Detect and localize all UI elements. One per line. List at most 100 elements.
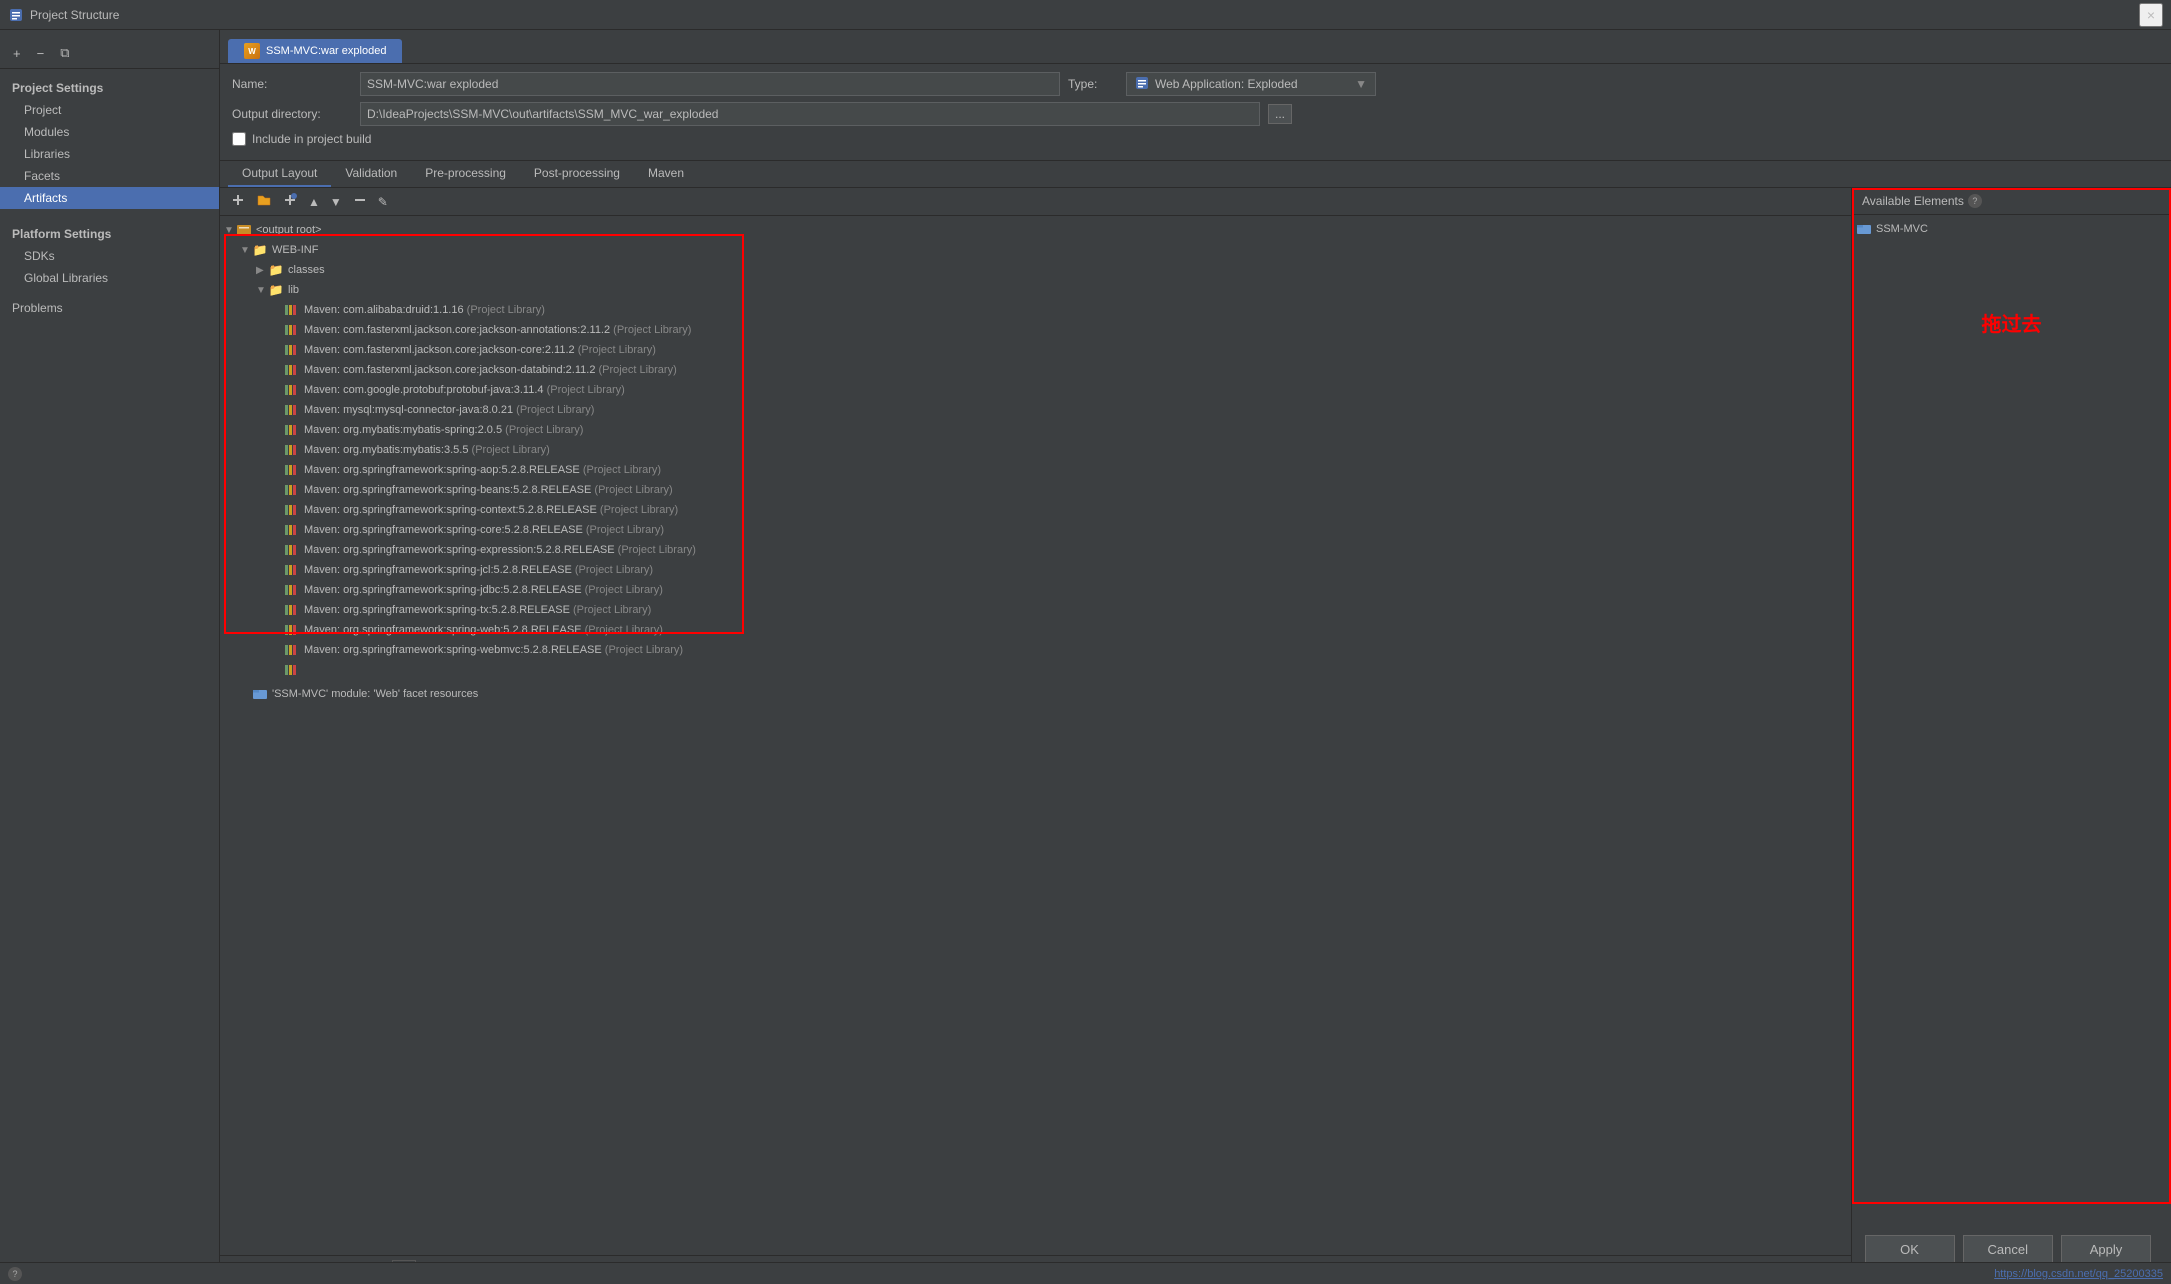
sidebar-add-button[interactable]: + [8, 43, 26, 64]
tree-item-lib[interactable]: ▼ 📁 lib [220, 280, 1851, 300]
output-dir-row: Output directory: ... [232, 102, 2159, 126]
ok-button[interactable]: OK [1865, 1235, 1955, 1264]
output-dir-input[interactable] [360, 102, 1260, 126]
tree-item-output-root[interactable]: ▼ <output root> [220, 220, 1851, 240]
tree-item-maven-18[interactable] [220, 660, 1851, 680]
name-input[interactable] [360, 72, 1060, 96]
tree-item-maven-15[interactable]: Maven: org.springframework:spring-tx:5.2… [220, 600, 1851, 620]
tree-move-up-button[interactable]: ▲ [304, 193, 324, 211]
close-button[interactable]: × [2139, 3, 2163, 27]
tree-label-module: 'SSM-MVC' module: 'Web' facet resources [272, 688, 478, 700]
tree-spacer [220, 704, 1851, 784]
tree-add-file-button[interactable] [278, 190, 302, 213]
tree-item-maven-5[interactable]: Maven: mysql:mysql-connector-java:8.0.21… [220, 400, 1851, 420]
cancel-button[interactable]: Cancel [1963, 1235, 2053, 1264]
tree-item-maven-14[interactable]: Maven: org.springframework:spring-jdbc:5… [220, 580, 1851, 600]
tree-remove-button[interactable] [348, 190, 372, 213]
status-help-icon[interactable]: ? [8, 1267, 22, 1281]
sidebar-item-project[interactable]: Project [0, 99, 219, 121]
maven-icon-6 [284, 422, 300, 438]
title-bar: Project Structure × [0, 0, 2171, 30]
tab-validation[interactable]: Validation [331, 161, 411, 187]
split-pane: ▲ ▼ ✎ ▼ [220, 188, 2171, 1284]
status-url[interactable]: https://blog.csdn.net/qq_25200335 [1994, 1268, 2163, 1280]
title-bar-icon [8, 7, 24, 23]
tree-label-output-root: <output root> [256, 224, 321, 236]
maven-icon-13 [284, 562, 300, 578]
tree-item-maven-12[interactable]: Maven: org.springframework:spring-expres… [220, 540, 1851, 560]
project-settings-title: Project Settings [0, 75, 219, 99]
tree-label-classes: classes [288, 264, 325, 276]
tree-item-maven-1[interactable]: Maven: com.fasterxml.jackson.core:jackso… [220, 320, 1851, 340]
name-label: Name: [232, 77, 352, 91]
maven-icon-0 [284, 302, 300, 318]
tree-create-dir-button[interactable] [252, 190, 276, 213]
tree-item-maven-0[interactable]: Maven: com.alibaba:druid:1.1.16 (Project… [220, 300, 1851, 320]
tab-postprocessing[interactable]: Post-processing [520, 161, 634, 187]
sidebar-item-global-libraries[interactable]: Global Libraries [0, 267, 219, 289]
tree-arrow-output-root: ▼ [224, 225, 236, 236]
sidebar-item-facets[interactable]: Facets [0, 165, 219, 187]
sidebar-item-problems[interactable]: Problems [0, 297, 219, 319]
tree-item-maven-8[interactable]: Maven: org.springframework:spring-aop:5.… [220, 460, 1851, 480]
tree-item-module[interactable]: 'SSM-MVC' module: 'Web' facet resources [220, 684, 1851, 704]
tree-item-maven-6[interactable]: Maven: org.mybatis:mybatis-spring:2.0.5 … [220, 420, 1851, 440]
folder-lib-icon: 📁 [268, 282, 284, 298]
tree-add-button[interactable] [226, 190, 250, 213]
available-pane-title: Available Elements ? [1852, 188, 2171, 215]
tree-item-maven-17[interactable]: Maven: org.springframework:spring-webmvc… [220, 640, 1851, 660]
sidebar-item-sdks[interactable]: SDKs [0, 245, 219, 267]
help-icon[interactable]: ? [1968, 194, 1982, 208]
maven-icon-3 [284, 362, 300, 378]
tab-maven[interactable]: Maven [634, 161, 698, 187]
maven-icon-4 [284, 382, 300, 398]
sidebar-item-libraries[interactable]: Libraries [0, 143, 219, 165]
tree-item-maven-7[interactable]: Maven: org.mybatis:mybatis:3.5.5 (Projec… [220, 440, 1851, 460]
tree-arrow-lib: ▼ [256, 285, 268, 296]
output-dir-browse-button[interactable]: ... [1268, 104, 1292, 124]
tree-item-maven-10[interactable]: Maven: org.springframework:spring-contex… [220, 500, 1851, 520]
module-icon [252, 686, 268, 702]
maven-icon-5 [284, 402, 300, 418]
tree-edit-button[interactable]: ✎ [374, 193, 392, 211]
sidebar-remove-button[interactable]: − [32, 43, 50, 64]
status-bar: ? https://blog.csdn.net/qq_25200335 [0, 1262, 2171, 1284]
tree-label-lib: lib [288, 284, 299, 296]
tree-move-down-button[interactable]: ▼ [326, 193, 346, 211]
apply-button[interactable]: Apply [2061, 1235, 2151, 1264]
include-build-row: Include in project build [232, 132, 2159, 146]
available-item-ssm-mvc[interactable]: SSM-MVC [1852, 219, 2171, 239]
tree-item-classes[interactable]: ▶ 📁 classes [220, 260, 1851, 280]
tab-preprocessing[interactable]: Pre-processing [411, 161, 520, 187]
tree-item-maven-13[interactable]: Maven: org.springframework:spring-jcl:5.… [220, 560, 1851, 580]
folder-classes-icon: 📁 [268, 262, 284, 278]
tree-item-maven-9[interactable]: Maven: org.springframework:spring-beans:… [220, 480, 1851, 500]
maven-icon-8 [284, 462, 300, 478]
folder-webinf-icon: 📁 [252, 242, 268, 258]
artifact-tab[interactable]: W SSM-MVC:war exploded [228, 39, 402, 63]
maven-icon-16 [284, 622, 300, 638]
name-row: Name: Type: Web Application: Exploded ▼ [232, 72, 2159, 96]
content-tabs: Output Layout Validation Pre-processing … [220, 161, 2171, 188]
main-layout: + − ⧉ Project Settings Project Modules L… [0, 30, 2171, 1284]
tree-item-maven-4[interactable]: Maven: com.google.protobuf:protobuf-java… [220, 380, 1851, 400]
tree-item-maven-2[interactable]: Maven: com.fasterxml.jackson.core:jackso… [220, 340, 1851, 360]
available-pane: Available Elements ? SSM-MVC [1851, 188, 2171, 1284]
include-build-checkbox[interactable] [232, 132, 246, 146]
tree-item-maven-11[interactable]: Maven: org.springframework:spring-core:5… [220, 520, 1851, 540]
module-available-icon [1856, 221, 1872, 237]
artifact-tab-bar: W SSM-MVC:war exploded [220, 30, 2171, 64]
tree-item-maven-3[interactable]: Maven: com.fasterxml.jackson.core:jackso… [220, 360, 1851, 380]
tree-pane: ▼ <output root> ▼ 📁 [220, 216, 1851, 1255]
maven-icon-1 [284, 322, 300, 338]
sidebar-item-modules[interactable]: Modules [0, 121, 219, 143]
tree-item-webinf[interactable]: ▼ 📁 WEB-INF [220, 240, 1851, 260]
output-root-icon [236, 222, 252, 238]
type-dropdown[interactable]: Web Application: Exploded ▼ [1126, 72, 1376, 96]
tree-item-maven-16[interactable]: Maven: org.springframework:spring-web:5.… [220, 620, 1851, 640]
sidebar-item-artifacts[interactable]: Artifacts [0, 187, 219, 209]
available-item-label: SSM-MVC [1876, 223, 1928, 235]
tab-output-layout[interactable]: Output Layout [228, 161, 331, 187]
sidebar-copy-button[interactable]: ⧉ [55, 42, 74, 64]
title-bar-text: Project Structure [30, 8, 2139, 22]
